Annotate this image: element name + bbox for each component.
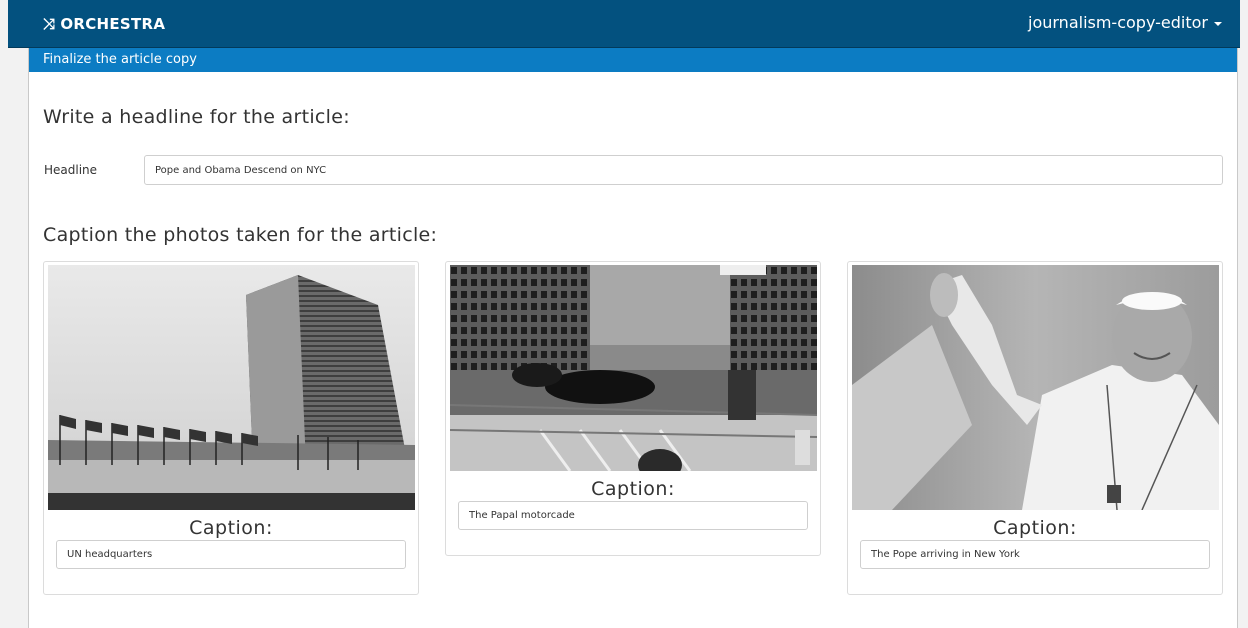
photo-pope-arriving xyxy=(852,265,1219,510)
task-panel: Finalize the article copy Write a headli… xyxy=(28,48,1238,628)
brand-logo[interactable]: ⤨ ORCHESTRA xyxy=(43,15,165,33)
panel-heading: Finalize the article copy xyxy=(29,48,1237,72)
photo-card: Caption: xyxy=(43,261,419,595)
photo-card: Caption: xyxy=(847,261,1223,595)
caption-label: Caption: xyxy=(993,517,1077,539)
photo-papal-motorcade xyxy=(450,265,817,471)
top-navbar: ⤨ ORCHESTRA journalism-copy-editor xyxy=(8,0,1240,48)
caption-label: Caption: xyxy=(189,517,273,539)
shuffle-icon: ⤨ xyxy=(43,15,56,33)
user-menu-label: journalism-copy-editor xyxy=(1028,13,1208,32)
headline-prompt: Write a headline for the article: xyxy=(43,106,350,128)
headline-label: Headline xyxy=(44,163,98,177)
user-menu-dropdown[interactable]: journalism-copy-editor xyxy=(1028,13,1222,32)
caret-down-icon xyxy=(1214,21,1222,26)
brand-name: ORCHESTRA xyxy=(60,15,166,33)
photos-prompt: Caption the photos taken for the article… xyxy=(43,224,438,246)
caption-input-pope-arriving[interactable] xyxy=(860,540,1210,569)
caption-input-papal-motorcade[interactable] xyxy=(458,501,808,530)
photo-card: Caption: xyxy=(445,261,821,556)
headline-input[interactable] xyxy=(144,155,1223,185)
caption-input-un-headquarters[interactable] xyxy=(56,540,406,569)
photo-un-headquarters xyxy=(48,265,415,510)
caption-label: Caption: xyxy=(591,478,675,500)
